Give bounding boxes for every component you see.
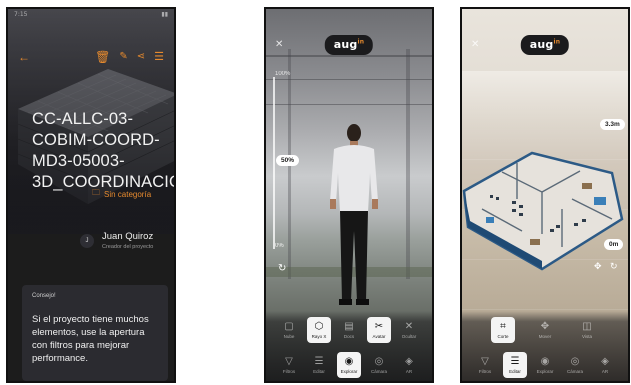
xray-icon: ⬡ — [314, 321, 324, 332]
status-time: 7:15 — [14, 11, 28, 18]
tool-mover[interactable]: ✥ Mover — [533, 317, 557, 343]
action-icons: 🗑 ✎ ⋖ ☰ — [95, 51, 164, 63]
project-detail-screen: 7:15 ▮▮ ← 🗑 ✎ ⋖ ☰ CC-ALLC-03-COBIM-COORD… — [6, 7, 176, 383]
status-bar — [266, 9, 432, 21]
folder-icon: 🗀 — [92, 188, 100, 197]
bottom-toolbar: ⌗ Corte ✥ Mover ◫ Vista ▽ Filtros ☰ Editar ◉ E… — [462, 311, 628, 381]
height-max-badge[interactable]: 3.3m — [600, 119, 625, 130]
eye-icon: ◉ — [540, 356, 550, 367]
share-icon[interactable]: ⋖ — [137, 51, 145, 63]
tool-editar[interactable]: ☰ Editar — [503, 352, 527, 378]
tip-card: Consejo! Si el proyecto tiene muchos ele… — [22, 285, 168, 381]
walking-person-icon: ✂ — [374, 321, 384, 332]
tool-rayo-x[interactable]: ⬡ Rayo X — [307, 317, 331, 343]
eye-icon: ◉ — [344, 356, 354, 367]
augin-logo: augin — [324, 35, 374, 55]
sliders-icon: ☰ — [314, 356, 324, 367]
tool-camara[interactable]: ◎ Cámara — [563, 352, 587, 378]
tool-corte[interactable]: ⌗ Corte — [491, 317, 515, 343]
tool-filtros[interactable]: ▽ Filtros — [473, 352, 497, 378]
cube-icon: ◫ — [582, 321, 592, 332]
layers-icon: ◈ — [601, 356, 609, 367]
project-title: CC-ALLC-03-COBIM-COORD-MD3-05003-3D_COOR… — [32, 110, 174, 191]
cube-outline-icon: ▢ — [284, 321, 294, 332]
toolbar-row-top: ⌗ Corte ✥ Mover ◫ Vista — [462, 317, 628, 343]
toolbar-row-bottom: ▽ Filtros ☰ Editar ◉ Explorar ◎ Cámara ◈ AR — [462, 352, 628, 378]
category-link[interactable]: 🗀 Sin categoría — [92, 187, 151, 201]
toolbar-row-top: ▢ Nube ⬡ Rayo X ▤ Docs ✂ Avatar ✕ Ocultar — [266, 317, 432, 343]
transparency-slider[interactable] — [273, 77, 275, 249]
layers-icon: ◈ — [405, 356, 413, 367]
slider-min-label: 0% — [275, 243, 284, 249]
ar-floorplan-screen: ✕ augin 3.3m 0m ✥ ↻ ⌗ Corte ✥ Mover ◫ Vi… — [460, 7, 630, 383]
back-arrow-icon[interactable]: ← — [18, 51, 30, 63]
edit-icon[interactable]: ✎ — [119, 51, 127, 63]
avatar: J — [80, 233, 94, 248]
owner-role: Creador del proyecto — [102, 244, 154, 250]
tool-ar[interactable]: ◈ AR — [593, 352, 617, 378]
category-label: Sin categoría — [104, 189, 152, 199]
slider-value-badge[interactable]: 50% — [276, 155, 300, 166]
column — [406, 49, 410, 279]
ar-floor-plan-model — [462, 151, 624, 271]
tip-text: Si el proyecto tiene muchos elementos, u… — [32, 314, 149, 364]
filter-icon: ▽ — [481, 356, 489, 367]
tool-nube[interactable]: ▢ Nube — [277, 317, 301, 343]
tool-camara[interactable]: ◎ Cámara — [367, 352, 391, 378]
trash-icon[interactable]: 🗑 — [95, 51, 110, 63]
tool-explorar[interactable]: ◉ Explorar — [533, 352, 557, 378]
floor-plank — [462, 309, 628, 310]
owner-name: Juan Quiroz — [102, 231, 154, 242]
project-owner: J Juan Quiroz Creador del proyecto — [80, 231, 153, 250]
reset-icon[interactable]: ↻ — [278, 263, 286, 274]
menu-icon[interactable]: ☰ — [154, 51, 164, 63]
compass-icon: ◎ — [374, 356, 384, 367]
crop-icon: ⌗ — [500, 321, 506, 332]
avatar-figure — [330, 124, 378, 305]
close-icon[interactable]: ✕ — [471, 39, 479, 50]
sliders-icon: ☰ — [510, 356, 520, 367]
tool-ar[interactable]: ◈ AR — [397, 352, 421, 378]
document-icon: ▤ — [344, 321, 354, 332]
tool-avatar[interactable]: ✂ Avatar — [367, 317, 391, 343]
detail-top-bar: ← 🗑 ✎ ⋖ ☰ — [18, 49, 164, 65]
ar-avatar-screen: ✕ augin 100% 50% 0% ↻ ▢ Nube ⬡ Rayo X ▤ Doc… — [264, 7, 434, 383]
compass-icon: ◎ — [570, 356, 580, 367]
tool-filtros[interactable]: ▽ Filtros — [277, 352, 301, 378]
tool-vista[interactable]: ◫ Vista — [575, 317, 599, 343]
close-icon[interactable]: ✕ — [275, 39, 283, 50]
augin-logo: augin — [520, 35, 570, 55]
status-indicators: ▮▮ — [161, 11, 168, 18]
slider-max-label: 100% — [275, 71, 291, 77]
tip-header: Consejo! — [32, 293, 56, 299]
tool-ocultar[interactable]: ✕ Ocultar — [397, 317, 421, 343]
tool-editar[interactable]: ☰ Editar — [307, 352, 331, 378]
tool-explorar[interactable]: ◉ Explorar — [337, 352, 361, 378]
hide-icon: ✕ — [404, 321, 414, 332]
tool-docs[interactable]: ▤ Docs — [337, 317, 361, 343]
toolbar-row-bottom: ▽ Filtros ☰ Editar ◉ Explorar ◎ Cámara ◈ AR — [266, 352, 432, 378]
filter-icon: ▽ — [285, 356, 293, 367]
move-icon: ✥ — [540, 321, 550, 332]
status-bar — [462, 9, 628, 21]
status-bar: 7:15 ▮▮ — [8, 9, 174, 21]
bottom-toolbar: ▢ Nube ⬡ Rayo X ▤ Docs ✂ Avatar ✕ Ocultar ▽ Fi… — [266, 311, 432, 381]
